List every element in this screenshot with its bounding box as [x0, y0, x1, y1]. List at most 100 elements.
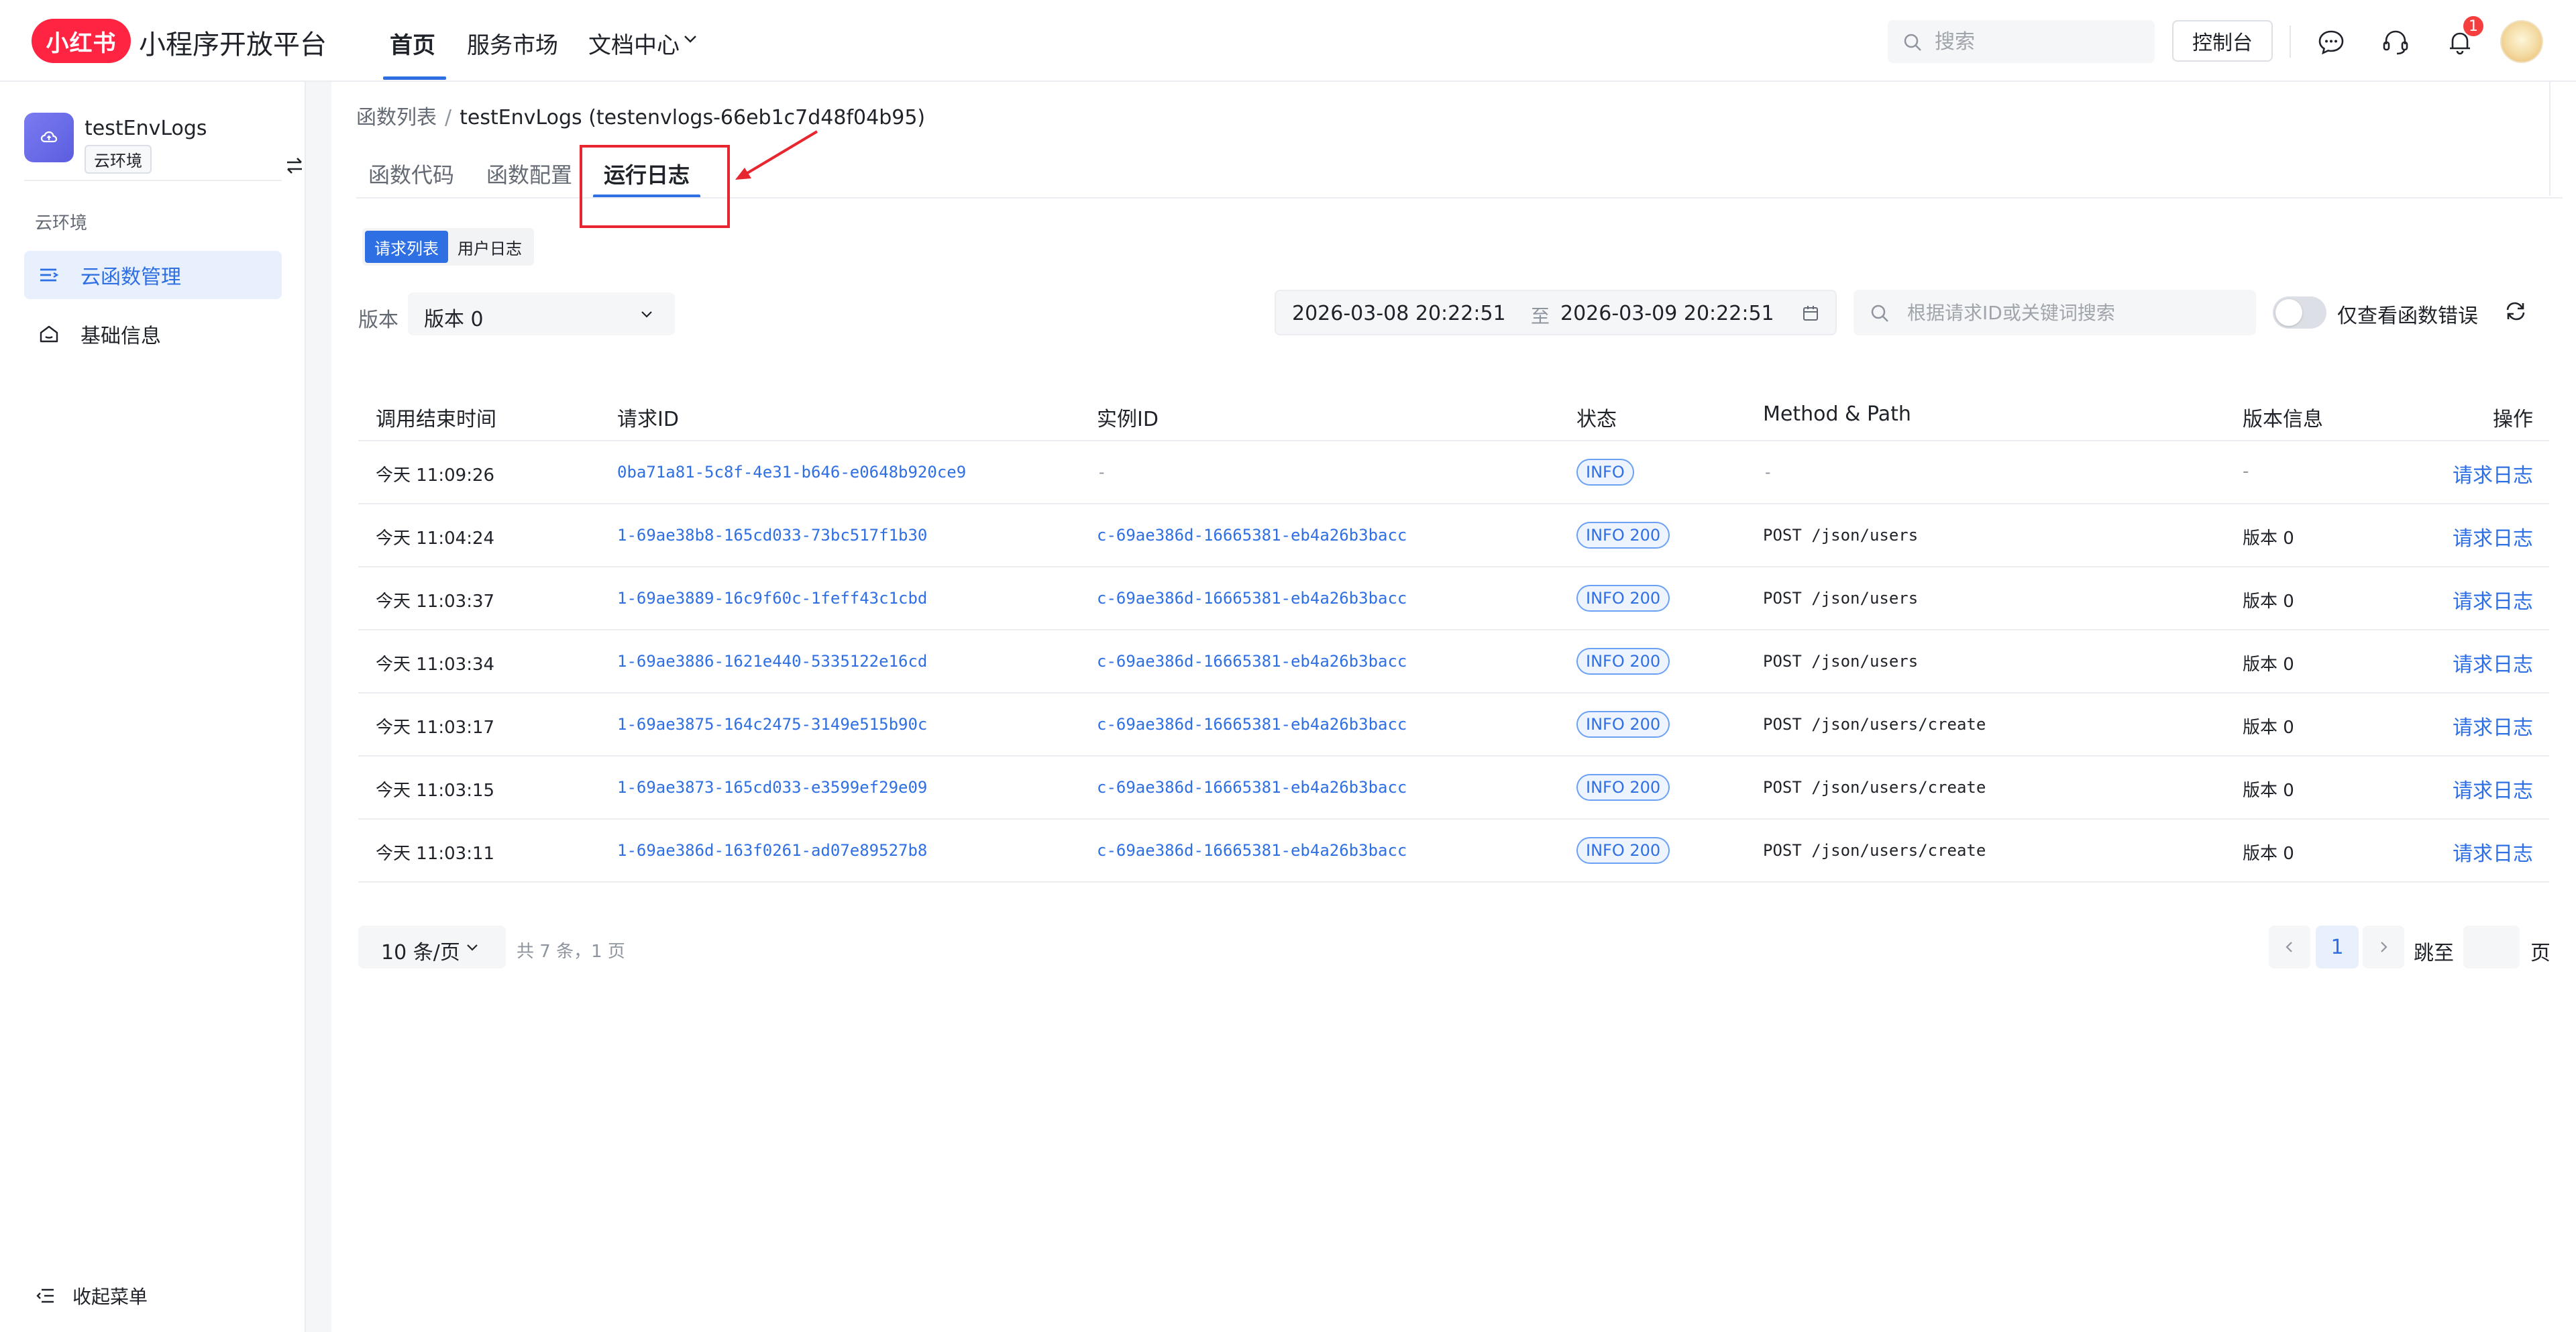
status-badge: INFO 200: [1576, 774, 1670, 801]
sidebar-item-basic-info[interactable]: 基础信息: [24, 310, 282, 358]
xiaohongshu-logo[interactable]: 小红书: [32, 19, 131, 63]
version-label: 版本: [358, 309, 398, 332]
cell-instance-id[interactable]: c-69ae386d-16665381-eb4a26b3bacc: [1097, 778, 1407, 797]
status-badge: INFO 200: [1576, 711, 1670, 738]
global-search-input[interactable]: [1935, 20, 2143, 63]
cell-request-id[interactable]: 1-69ae3873-165cd033-e3599ef29e09: [617, 778, 927, 797]
request-log-link[interactable]: 请求日志: [2453, 459, 2533, 488]
page-number[interactable]: 1: [2316, 926, 2359, 968]
collapse-menu-button[interactable]: 收起菜单: [35, 1282, 148, 1309]
cell-method-path: POST /json/users/create: [1763, 841, 1986, 860]
sidebar: testEnvLogs 云环境 云环境 云函数管理 基础信息 收起菜单: [0, 82, 306, 1332]
date-start[interactable]: 2026-03-08 20:22:51: [1292, 302, 1506, 325]
request-log-link[interactable]: 请求日志: [2453, 837, 2533, 867]
chevron-down-icon[interactable]: [682, 31, 698, 47]
cell-version: 版本 0: [2243, 718, 2294, 738]
table-row: 今天 11:03:37 1-69ae3889-16c9f60c-1feff43c…: [358, 567, 2549, 630]
nav-docs-center[interactable]: 文档中心: [588, 27, 680, 60]
column-header: 版本信息: [2243, 408, 2323, 431]
cell-request-id[interactable]: 1-69ae3889-16c9f60c-1feff43c1cbd: [617, 589, 927, 608]
refresh-icon[interactable]: [2504, 299, 2528, 323]
request-log-link[interactable]: 请求日志: [2453, 522, 2533, 551]
jump-to-label: 跳至: [2414, 942, 2454, 965]
global-search[interactable]: [1888, 20, 2155, 63]
cell-request-id[interactable]: 0ba71a81-5c8f-4e31-b646-e0648b920ce9: [617, 463, 966, 482]
column-header: Method & Path: [1763, 402, 1911, 426]
switch-env-icon[interactable]: [283, 154, 306, 177]
search-icon: [1904, 34, 1921, 51]
jump-page-input[interactable]: [2463, 926, 2520, 968]
cell-request-id[interactable]: 1-69ae3886-1621e440-5335122e16cd: [617, 652, 927, 671]
cell-instance-id[interactable]: c-69ae386d-16665381-eb4a26b3bacc: [1097, 841, 1407, 860]
request-search[interactable]: [1854, 290, 2256, 335]
cell-instance-id[interactable]: c-69ae386d-16665381-eb4a26b3bacc: [1097, 715, 1407, 734]
request-log-link[interactable]: 请求日志: [2453, 774, 2533, 803]
next-page-button[interactable]: [2363, 926, 2404, 968]
list-icon: [40, 268, 59, 282]
cell-request-id[interactable]: 1-69ae38b8-165cd033-73bc517f1b30: [617, 526, 927, 545]
nav-service-market[interactable]: 服务市场: [467, 27, 558, 60]
column-header: 状态: [1576, 408, 1617, 431]
scrollbar-track[interactable]: [2549, 82, 2551, 196]
cell-time: 今天 11:03:11: [376, 844, 495, 864]
cloud-icon: [24, 113, 74, 162]
cell-instance-id[interactable]: c-69ae386d-16665381-eb4a26b3bacc: [1097, 589, 1407, 608]
cell-request-id[interactable]: 1-69ae3875-164c2475-3149e515b90c: [617, 715, 927, 734]
prev-page-button[interactable]: [2269, 926, 2310, 968]
cell-version: 版本 0: [2243, 529, 2294, 549]
subtab-user-logs[interactable]: 用户日志: [448, 231, 531, 263]
sidebar-item-cloud-functions[interactable]: 云函数管理: [24, 251, 282, 299]
table-row: 今天 11:03:15 1-69ae3873-165cd033-e3599ef2…: [358, 757, 2549, 820]
table-row: 今天 11:03:17 1-69ae3875-164c2475-3149e515…: [358, 693, 2549, 757]
nav-home[interactable]: 首页: [390, 27, 435, 60]
cell-time: 今天 11:09:26: [376, 465, 495, 486]
request-search-input[interactable]: [1907, 290, 2243, 335]
version-select[interactable]: 版本 0: [408, 292, 675, 335]
table-row: 今天 11:03:11 1-69ae386d-163f0261-ad07e895…: [358, 820, 2549, 883]
notification-badge: 1: [2462, 15, 2485, 38]
cell-method-path: POST /json/users: [1763, 526, 1919, 545]
page-size-select[interactable]: 10 条/页: [358, 926, 506, 968]
breadcrumb: 函数列表 / testEnvLogs (testenvlogs-66eb1c7d48…: [356, 101, 925, 130]
console-button[interactable]: 控制台: [2172, 20, 2273, 62]
status-badge: INFO 200: [1576, 837, 1670, 864]
log-type-switch: 请求列表 用户日志: [362, 228, 534, 266]
chevron-down-icon: [641, 311, 652, 318]
status-badge: INFO: [1576, 459, 1634, 486]
avatar[interactable]: [2500, 20, 2543, 63]
request-log-link[interactable]: 请求日志: [2453, 711, 2533, 740]
date-range-picker[interactable]: 2026-03-08 20:22:51 至 2026-03-09 20:22:5…: [1275, 290, 1837, 335]
collapse-menu-icon: [36, 1288, 54, 1303]
toggle-knob: [2275, 299, 2302, 326]
error-only-toggle[interactable]: [2273, 296, 2326, 329]
message-icon[interactable]: [2316, 27, 2347, 58]
breadcrumb-function-list[interactable]: 函数列表: [356, 106, 437, 129]
tab-function-code[interactable]: 函数代码: [368, 158, 454, 189]
subtab-request-list[interactable]: 请求列表: [365, 231, 448, 263]
column-header: 操作: [2493, 408, 2533, 431]
headset-support-icon[interactable]: [2380, 27, 2411, 58]
breadcrumb-separator: /: [445, 106, 452, 129]
sidebar-section-label: 云环境: [35, 213, 88, 233]
date-end[interactable]: 2026-03-09 20:22:51: [1560, 302, 1774, 325]
tab-function-config[interactable]: 函数配置: [486, 158, 572, 189]
cell-instance-id[interactable]: c-69ae386d-16665381-eb4a26b3bacc: [1097, 652, 1407, 671]
page-size-value: 10 条/页: [381, 941, 460, 964]
chevron-down-icon: [467, 944, 478, 951]
status-badge: INFO 200: [1576, 585, 1670, 612]
cell-method-path: -: [1763, 463, 1773, 482]
cell-version: 版本 0: [2243, 844, 2294, 864]
cell-instance-id[interactable]: c-69ae386d-16665381-eb4a26b3bacc: [1097, 526, 1407, 545]
page-suffix-label: 页: [2530, 942, 2551, 965]
request-log-link[interactable]: 请求日志: [2453, 648, 2533, 677]
divider: [2290, 25, 2291, 58]
request-log-link[interactable]: 请求日志: [2453, 585, 2533, 614]
status-badge: INFO 200: [1576, 648, 1670, 675]
cell-request-id[interactable]: 1-69ae386d-163f0261-ad07e89527b8: [617, 841, 927, 860]
cell-method-path: POST /json/users/create: [1763, 778, 1986, 797]
platform-title: 小程序开放平台: [139, 30, 327, 60]
sidebar-item-label: 基础信息: [80, 325, 161, 348]
chevron-right-icon: [2381, 942, 2387, 952]
cell-version: 版本 0: [2243, 592, 2294, 612]
chevron-left-icon: [2286, 942, 2292, 952]
